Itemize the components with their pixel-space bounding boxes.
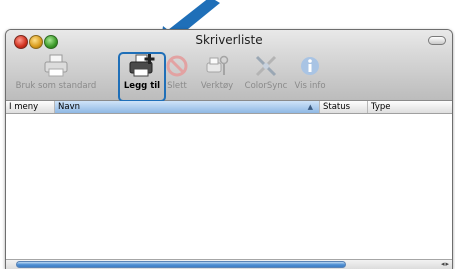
info-label: Vis info [294, 81, 326, 91]
column-header-in-menu[interactable]: I meny [6, 101, 55, 113]
printer-icon [44, 54, 68, 77]
printer-list[interactable]: ◂▸ [6, 114, 452, 269]
utility-button[interactable]: Verktøy [196, 54, 238, 91]
column-header-name[interactable]: Navn ▲ [55, 101, 320, 113]
add-button-highlight [118, 52, 166, 102]
window-title: Skriverliste [195, 33, 263, 47]
printer-list-window: Skriverliste Bruk som standard Legg til [5, 29, 453, 269]
scrollbar-thumb[interactable] [16, 261, 346, 268]
scroll-arrows-icon[interactable]: ◂▸ [441, 260, 450, 268]
column-header-type[interactable]: Type [368, 101, 452, 113]
colorsync-label: ColorSync [244, 81, 288, 91]
column-label: Status [323, 102, 351, 112]
toolbar-toggle-button[interactable] [428, 36, 446, 45]
column-label: I meny [9, 102, 39, 112]
column-header-status[interactable]: Status [320, 101, 368, 113]
title-toolbar-area: Skriverliste Bruk som standard Legg til [6, 30, 452, 102]
colorsync-icon [255, 55, 277, 77]
sort-ascending-icon: ▲ [307, 103, 313, 111]
colorsync-button[interactable]: ColorSync [242, 54, 290, 91]
make-default-button[interactable]: Bruk som standard [11, 54, 101, 91]
list-header: I meny Navn ▲ Status Type [6, 101, 452, 114]
delete-label: Slett [167, 81, 187, 91]
utility-icon [206, 55, 229, 75]
delete-button[interactable]: Slett [162, 54, 192, 91]
delete-icon [166, 55, 188, 77]
column-label: Navn [58, 102, 80, 112]
make-default-label: Bruk som standard [15, 81, 97, 91]
info-button[interactable]: Vis info [290, 54, 330, 91]
column-label: Type [371, 102, 391, 112]
utility-label: Verktøy [200, 81, 234, 91]
info-icon [301, 57, 319, 75]
